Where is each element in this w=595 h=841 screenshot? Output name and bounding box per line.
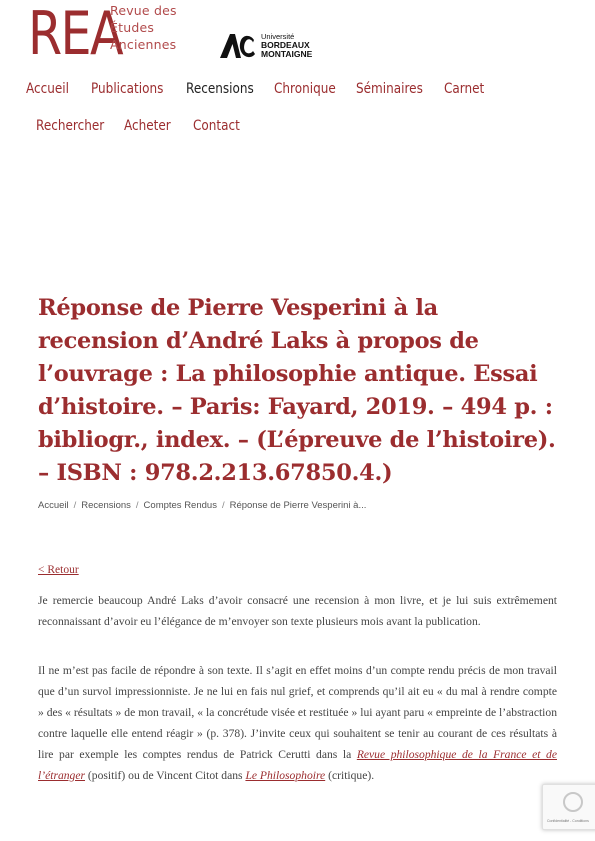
logo-line-3: Anciennes	[110, 37, 177, 52]
breadcrumb-comptes-rendus[interactable]: Comptes Rendus	[144, 500, 217, 511]
nav-rechercher[interactable]: Rechercher	[36, 115, 112, 137]
nav-seminaires[interactable]: Séminaires	[356, 78, 432, 100]
breadcrumb-current: Réponse de Pierre Vesperini à...	[229, 500, 367, 511]
breadcrumb-accueil[interactable]: Accueil	[38, 500, 69, 511]
recaptcha-icon	[563, 792, 583, 812]
nav-publications[interactable]: Publications	[91, 78, 173, 100]
article-paragraph-1: Je remercie beaucoup André Laks d’avoir …	[38, 594, 557, 628]
logo-subtitle: Revue des Études Anciennes	[110, 2, 177, 53]
breadcrumb: Accueil / Recensions / Comptes Rendus / Répons…	[38, 500, 366, 511]
nav-acheter[interactable]: Acheter	[124, 115, 183, 137]
logo-line-2: Études	[110, 20, 155, 35]
logo-line-1: Revue des	[110, 3, 177, 18]
university-line-3: MONTAIGNE	[261, 48, 313, 59]
university-logo[interactable]: Université BORDEAUX MONTAIGNE	[218, 30, 312, 60]
page-title: Réponse de Pierre Vesperini à la recensi…	[38, 295, 556, 486]
back-link[interactable]: < Retour	[38, 564, 79, 576]
nav-contact[interactable]: Contact	[193, 115, 245, 137]
article-paragraph-2: Il ne m’est pas facile de répondre à son…	[38, 660, 557, 786]
recaptcha-badge[interactable]: Confidentialité - Conditions	[542, 784, 595, 830]
university-name: Université BORDEAUX MONTAIGNE	[261, 32, 312, 59]
breadcrumb-separator: /	[221, 500, 225, 511]
breadcrumb-recensions[interactable]: Recensions	[81, 500, 131, 511]
paragraph-2-text-c: (critique).	[325, 769, 375, 782]
breadcrumb-separator: /	[73, 500, 77, 511]
logo-rea: REA	[28, 0, 124, 69]
main-nav-row-1: Accueil Publications Recensions Chroniqu…	[26, 78, 494, 100]
nav-recensions[interactable]: Recensions	[186, 78, 262, 100]
nav-carnet[interactable]: Carnet	[444, 78, 487, 100]
nav-accueil[interactable]: Accueil	[26, 78, 82, 100]
university-mark-icon	[220, 34, 255, 58]
nav-chronique[interactable]: Chronique	[274, 78, 345, 100]
link-le-philosophoire[interactable]: Le Philosophoire	[245, 769, 325, 782]
recaptcha-text: Confidentialité - Conditions	[547, 819, 589, 823]
paragraph-2-text-b: (positif) ou de Vincent Citot dans	[85, 769, 246, 782]
main-nav-row-2: Rechercher Acheter Contact	[36, 115, 253, 137]
breadcrumb-separator: /	[135, 500, 139, 511]
paragraph-2-text-a: Il ne m’est pas facile de répondre à son…	[38, 664, 557, 761]
